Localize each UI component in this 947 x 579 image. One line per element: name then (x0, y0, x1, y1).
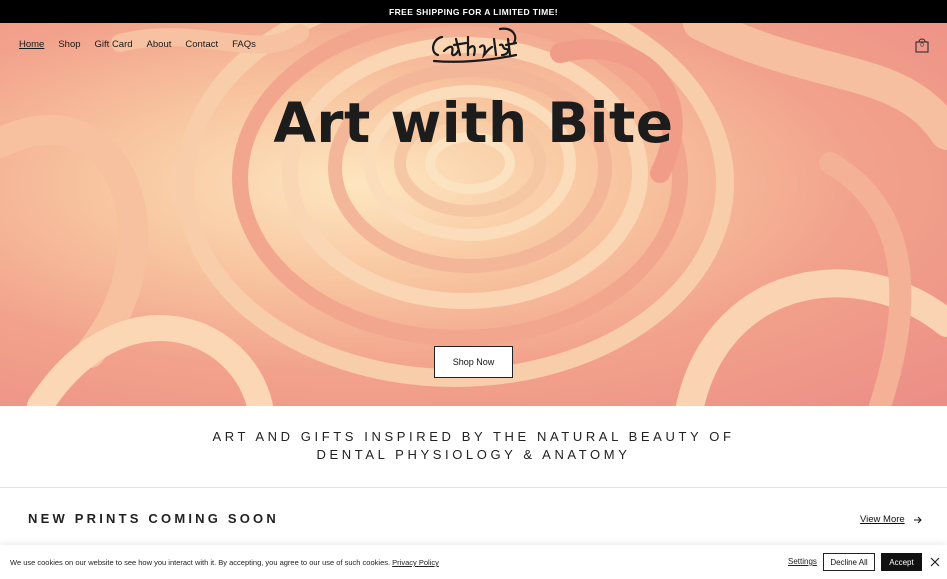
section-title: NEW PRINTS COMING SOON (28, 511, 279, 526)
hero-title: Art with Bite (273, 91, 674, 155)
nav-contact[interactable]: Contact (185, 39, 218, 50)
main-nav: Home Shop Gift Card About Contact FAQs (19, 39, 256, 50)
cookie-settings-link[interactable]: Settings (788, 557, 817, 566)
nav-home[interactable]: Home (19, 39, 44, 50)
accept-button[interactable]: Accept (881, 553, 922, 571)
cart-count: 0 (920, 42, 924, 49)
view-more-link[interactable]: View More (860, 514, 922, 525)
decline-all-button[interactable]: Decline All (823, 553, 875, 571)
cookie-message: We use cookies on our website to see how… (10, 558, 439, 567)
announcement-text: FREE SHIPPING FOR A LIMITED TIME! (389, 6, 558, 17)
section-divider (0, 487, 947, 488)
shop-now-button[interactable]: Shop Now (434, 346, 513, 378)
announcement-bar: FREE SHIPPING FOR A LIMITED TIME! (0, 0, 947, 23)
cookie-banner: We use cookies on our website to see how… (0, 545, 947, 579)
cookie-text: We use cookies on our website to see how… (10, 558, 393, 567)
cart-button[interactable]: 0 (914, 37, 930, 53)
hero-banner: Home Shop Gift Card About Contact FAQs 0… (0, 23, 947, 406)
privacy-policy-link[interactable]: Privacy Policy (392, 558, 439, 567)
view-more-label: View More (860, 514, 905, 525)
nav-about[interactable]: About (147, 39, 172, 50)
nav-faqs[interactable]: FAQs (232, 39, 256, 50)
tagline-line-1: ART AND GIFTS INSPIRED BY THE NATURAL BE… (212, 429, 735, 444)
tagline-line-2: DENTAL PHYSIOLOGY & ANATOMY (316, 447, 631, 462)
tagline: ART AND GIFTS INSPIRED BY THE NATURAL BE… (0, 428, 947, 464)
nav-gift-card[interactable]: Gift Card (95, 39, 133, 50)
close-icon[interactable] (930, 557, 940, 567)
nav-shop[interactable]: Shop (58, 39, 80, 50)
arrow-right-icon (913, 516, 922, 523)
brand-logo[interactable] (428, 25, 520, 67)
